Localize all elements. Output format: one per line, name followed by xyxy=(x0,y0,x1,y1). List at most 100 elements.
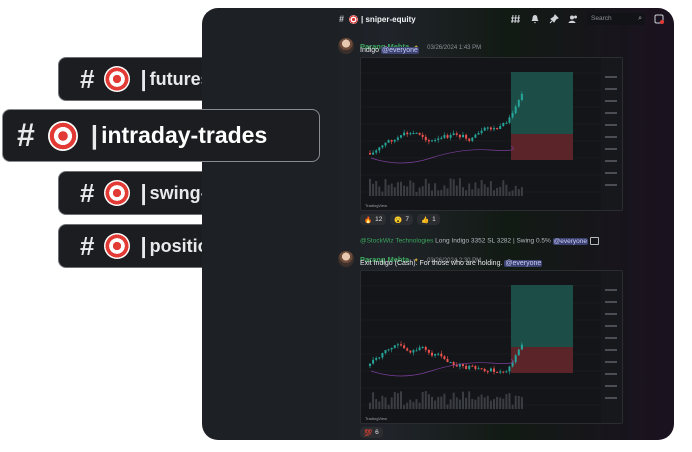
candle-body xyxy=(406,348,409,351)
reaction-surprised[interactable]: 😮 7 xyxy=(390,214,414,225)
candle-body xyxy=(483,127,486,131)
volume-bar xyxy=(483,397,486,409)
candle-body xyxy=(409,133,412,135)
candle-body xyxy=(421,134,424,137)
candle-body xyxy=(424,347,427,350)
reaction-count: 12 xyxy=(375,216,383,223)
volume-bar xyxy=(474,182,477,196)
notification-bell-icon[interactable] xyxy=(530,14,540,24)
hash-icon: # xyxy=(17,117,35,153)
reaction-fire[interactable]: 🔥 12 xyxy=(360,214,387,225)
candle-body xyxy=(471,137,474,141)
candle-body xyxy=(440,353,443,357)
candle-body xyxy=(403,132,406,136)
volume-bar xyxy=(480,394,483,409)
candle-body xyxy=(403,345,406,349)
volume-bar xyxy=(396,393,399,409)
candle-body xyxy=(381,353,384,358)
reply-mention: @everyone xyxy=(552,237,588,245)
candle-body xyxy=(384,142,387,146)
volume-bar xyxy=(458,399,461,409)
price-tick xyxy=(605,373,617,375)
price-axis xyxy=(601,58,622,210)
target-icon xyxy=(47,120,78,151)
channel-pill-intraday-trades[interactable]: # | intraday-trades xyxy=(2,109,320,162)
candle-body xyxy=(415,132,418,134)
mention[interactable]: @everyone xyxy=(381,47,419,54)
volume-bar xyxy=(471,398,474,409)
price-tick xyxy=(605,172,617,174)
volume-bar xyxy=(390,397,393,409)
candle-body xyxy=(489,127,492,130)
candle-body xyxy=(465,365,468,369)
volume-bar xyxy=(455,185,458,196)
volume-bar xyxy=(517,189,520,196)
volume-bar xyxy=(440,189,443,196)
search-input[interactable]: Search ⌕ xyxy=(587,13,645,25)
channel-name: intraday-trades xyxy=(101,122,268,148)
inbox-icon[interactable] xyxy=(654,14,664,24)
volume-bar xyxy=(489,181,492,196)
reaction-hundred[interactable]: 💯 6 xyxy=(360,427,383,438)
reaction-thumbsup[interactable]: 👍 1 xyxy=(417,214,440,225)
price-tick xyxy=(605,313,617,315)
threads-icon[interactable] xyxy=(511,14,521,24)
volume-bar xyxy=(465,397,468,409)
members-icon[interactable] xyxy=(568,14,578,24)
reply-text: Long Indigo 3352 SL 3282 | Swing 0.5% xyxy=(435,237,551,245)
volume-bar xyxy=(458,178,461,196)
candle-body xyxy=(486,127,489,129)
candle-body xyxy=(517,349,520,356)
reply-reference[interactable]: @StockWiz Technologies Long Indigo 3352 … xyxy=(360,237,599,245)
candle-body xyxy=(477,368,480,370)
target-zone xyxy=(511,72,573,134)
reply-author: @StockWiz Technologies xyxy=(360,237,434,245)
candle-body xyxy=(412,350,415,353)
pin-icon[interactable] xyxy=(549,14,559,24)
volume-bar xyxy=(477,188,480,196)
candle-body xyxy=(375,150,378,153)
price-tick xyxy=(605,397,617,399)
volume-bar xyxy=(496,187,499,196)
volume-bar xyxy=(418,187,421,196)
candle-body xyxy=(406,132,409,135)
candle-body xyxy=(440,137,443,139)
volume-bar xyxy=(412,402,415,409)
candle-body xyxy=(520,93,523,101)
volume-bar xyxy=(421,186,424,196)
candle-body xyxy=(434,354,437,356)
candle-body xyxy=(431,140,433,142)
volume-bar xyxy=(375,181,378,196)
candle-body xyxy=(489,368,492,372)
candle-body xyxy=(372,152,375,155)
volume-bar xyxy=(468,391,471,409)
candle-body xyxy=(514,106,517,114)
candle-body xyxy=(508,117,511,123)
avatar[interactable] xyxy=(338,251,354,267)
volume-bar xyxy=(483,184,486,196)
price-tick xyxy=(605,112,617,114)
volume-bar xyxy=(406,402,409,409)
target-zone xyxy=(511,285,573,347)
mention[interactable]: @everyone xyxy=(504,260,543,267)
chart-image[interactable]: TradingView xyxy=(360,57,623,211)
tradingview-logo: TradingView xyxy=(365,416,388,421)
avatar[interactable] xyxy=(338,38,354,54)
volume-bar xyxy=(517,395,520,409)
message-timestamp: 03/26/2024 1:43 PM xyxy=(427,45,482,51)
volume-bar xyxy=(421,392,424,409)
target-icon xyxy=(104,66,131,92)
candle-body xyxy=(458,134,461,138)
volume-bar xyxy=(369,402,371,409)
search-icon: ⌕ xyxy=(638,15,642,22)
candle-body xyxy=(493,128,495,130)
candle-body xyxy=(520,344,523,350)
candle-body xyxy=(434,139,437,141)
volume-bar xyxy=(372,183,375,196)
reaction-emoji: 🔥 xyxy=(364,216,373,224)
volume-bar xyxy=(499,186,502,196)
chart-image[interactable]: TradingView xyxy=(360,270,623,424)
candle-body xyxy=(418,132,421,135)
candle-body xyxy=(412,133,415,135)
candle-body xyxy=(400,344,402,346)
